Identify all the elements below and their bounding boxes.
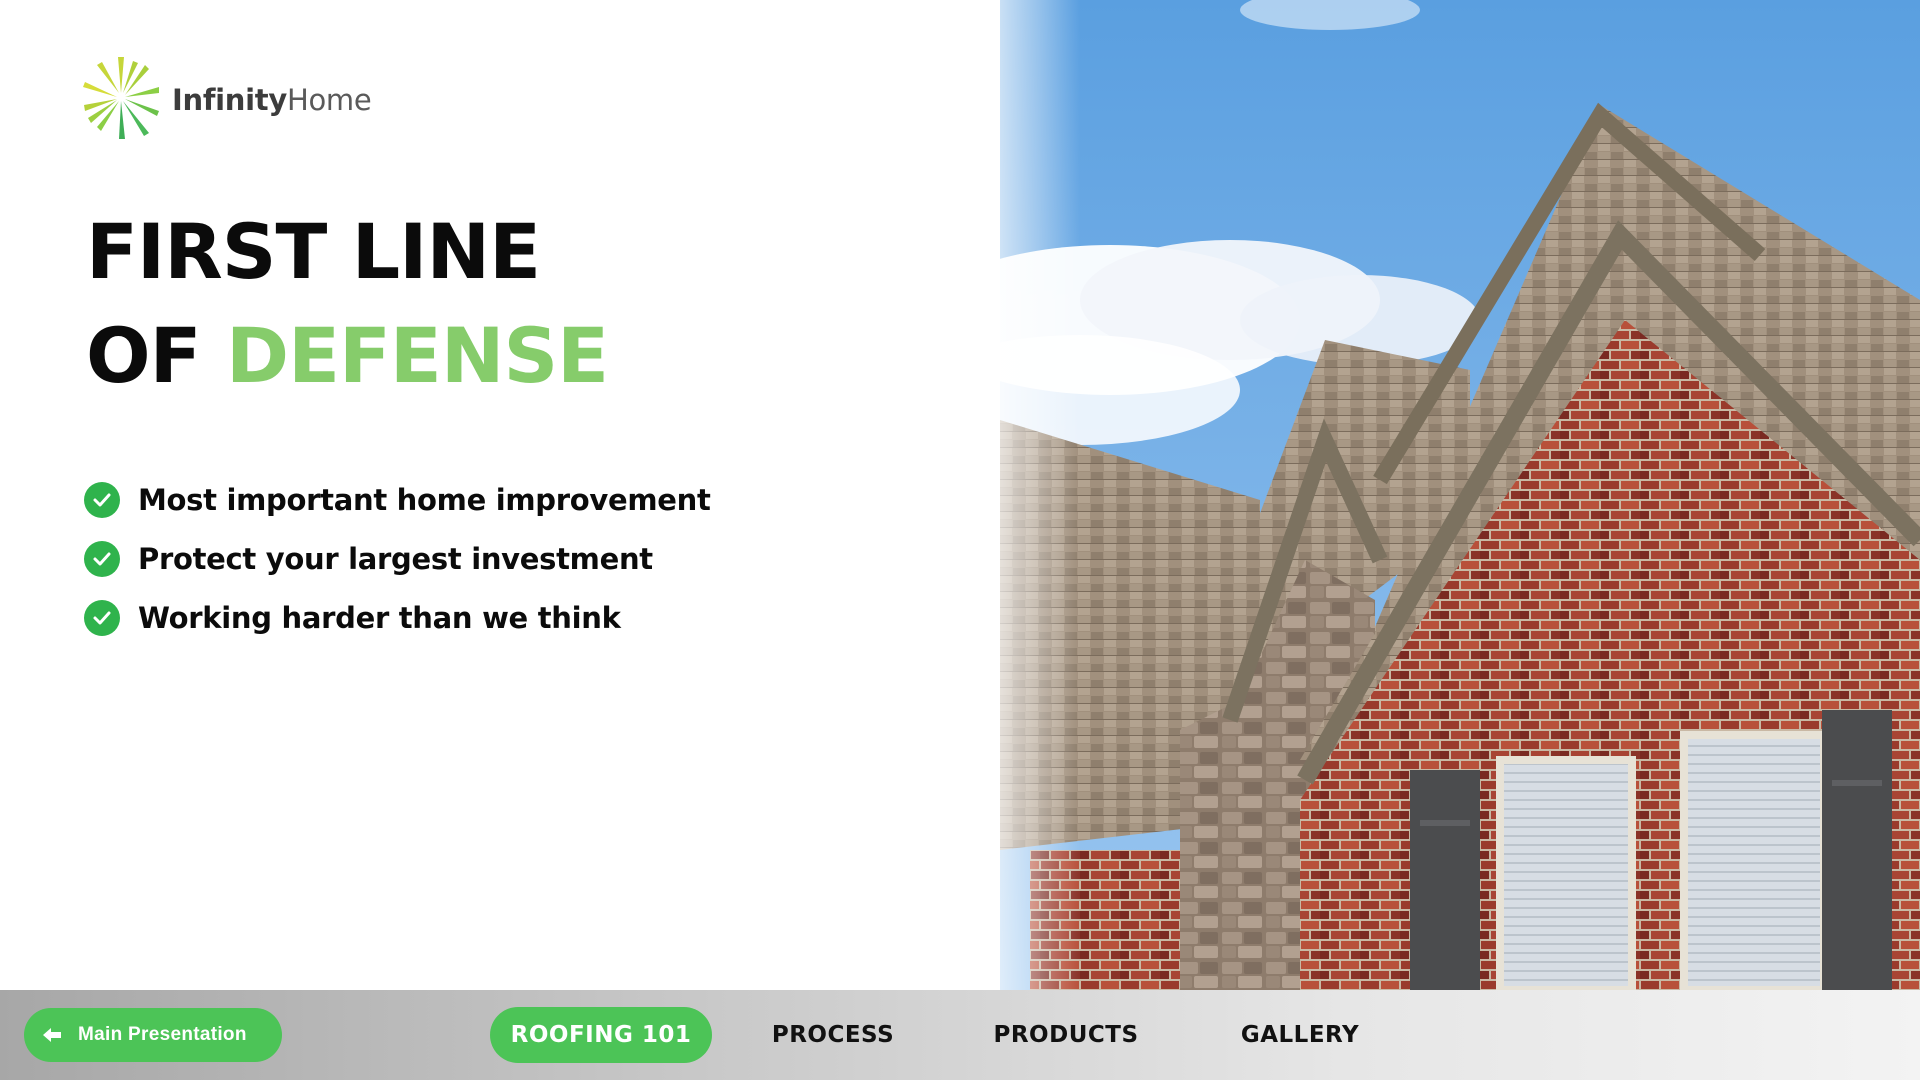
arrow-left-icon — [42, 1027, 62, 1043]
check-circle-icon — [84, 540, 120, 577]
check-circle-icon — [84, 599, 120, 636]
tab-roofing-101[interactable]: ROOFING 101 — [490, 1007, 712, 1063]
house-photo — [1000, 0, 1920, 990]
benefit-list: Most important home improvement Protect … — [84, 470, 711, 647]
tab-label: ROOFING 101 — [510, 1022, 692, 1048]
main-presentation-button[interactable]: Main Presentation — [24, 1008, 282, 1062]
list-item: Protect your largest investment — [84, 529, 711, 588]
image-fade-overlay — [880, 0, 1080, 990]
tab-gallery[interactable]: GALLERY — [1220, 1007, 1380, 1063]
title-line-1: FIRST LINE — [86, 207, 541, 296]
main-presentation-label: Main Presentation — [78, 1024, 247, 1045]
tab-label: GALLERY — [1240, 1022, 1360, 1048]
list-item: Most important home improvement — [84, 470, 711, 529]
list-item-text: Working harder than we think — [138, 600, 621, 635]
bottom-nav-bar: Main Presentation ROOFING 101 PROCESS PR… — [0, 990, 1920, 1080]
check-circle-icon — [84, 481, 120, 518]
page-title: FIRST LINE OF DEFENSE — [86, 200, 609, 408]
brand-name-part2: Home — [286, 82, 372, 117]
tab-label: PROCESS — [771, 1022, 895, 1048]
list-item-text: Most important home improvement — [138, 482, 711, 517]
brand-name-part1: Infinity — [172, 82, 287, 117]
title-line-2: OF DEFENSE — [86, 304, 609, 408]
brand-name: InfinityHome — [172, 82, 372, 117]
list-item-text: Protect your largest investment — [138, 541, 653, 576]
slide: InfinityHome FIRST LINE OF DEFENSE Most … — [0, 0, 1920, 990]
tab-products[interactable]: PRODUCTS — [976, 1007, 1156, 1063]
list-item: Working harder than we think — [84, 588, 711, 647]
title-line-2-prefix: OF — [86, 311, 202, 400]
tab-process[interactable]: PROCESS — [752, 1007, 914, 1063]
tab-label: PRODUCTS — [993, 1022, 1139, 1048]
title-accent-word: DEFENSE — [226, 311, 609, 400]
brand-logo: InfinityHome — [80, 52, 372, 147]
starburst-logo-icon — [80, 52, 162, 147]
